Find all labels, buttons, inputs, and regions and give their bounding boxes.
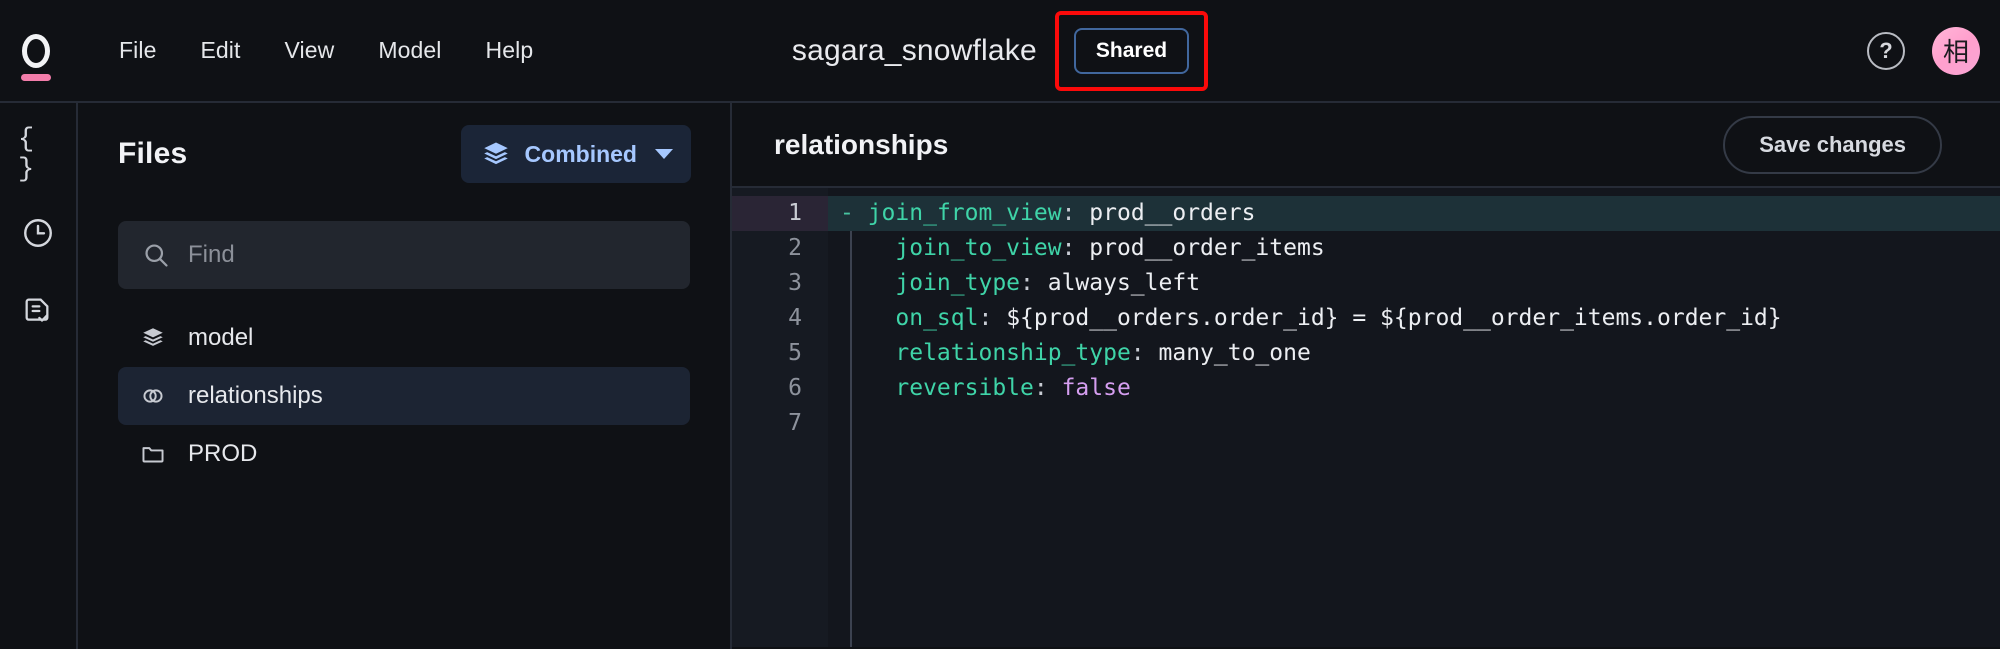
layers-icon [481,139,511,169]
menu-item-view[interactable]: View [263,27,357,74]
line-number: 3 [788,270,802,296]
ring-logo-icon [22,33,50,68]
file-item-label: relationships [188,382,323,409]
mode-selector-label: Combined [524,140,637,167]
file-tree: model relationships PROD [78,309,730,483]
shared-badge-annotation: Shared [1054,10,1209,91]
search-icon [142,241,170,269]
line-number: 7 [788,410,802,436]
code-line[interactable]: join_type: always_left [828,266,2000,301]
clock-icon[interactable] [18,213,58,253]
line-number: 4 [788,305,802,331]
layers-icon [140,325,166,351]
menu-item-edit[interactable]: Edit [178,27,262,74]
code-line[interactable]: relationship_type: many_to_one [828,336,2000,371]
file-item-prod[interactable]: PROD [118,425,690,483]
page-title: sagara_snowflake [791,33,1037,67]
files-panel-header: Files Combined [78,103,730,183]
left-icon-rail: { } [0,103,78,649]
file-item-relationships[interactable]: relationships [118,367,690,425]
application-window: File Edit View Model Help sagara_snowfla… [0,0,2000,649]
braces-icon[interactable]: { } [18,125,58,185]
file-item-model[interactable]: model [118,309,690,367]
line-number: 2 [788,235,802,261]
editor-header: relationships Save changes [732,103,2000,188]
file-item-label: PROD [188,440,258,467]
code-line[interactable] [828,406,2000,441]
menu-item-model[interactable]: Model [356,27,463,74]
code-editor[interactable]: 1 2 3 4 5 6 7 - join_from_view: prod__orders j… [732,188,2000,647]
menu-item-help[interactable]: Help [464,27,556,74]
editor-panel: relationships Save changes 1 2 3 4 5 6 7 - joi… [732,103,2000,649]
help-icon[interactable]: ? [1867,31,1905,70]
link-rings-icon [140,383,166,409]
file-item-label: model [188,324,254,351]
save-changes-button[interactable]: Save changes [1723,115,1942,174]
code-line[interactable]: on_sql: ${prod__orders.order_id} = ${pro… [828,301,2000,336]
main-body: { } Files Combined Find model relationsh… [0,103,2000,649]
search-input[interactable]: Find [188,241,235,269]
line-number: 1 [732,196,828,231]
app-logo[interactable] [13,28,59,81]
editor-file-title: relationships [774,128,949,160]
avatar[interactable]: 相 [1932,26,1980,75]
menu-bar: File Edit View Model Help [97,27,555,74]
code-line[interactable]: - join_from_view: prod__orders [828,196,2000,231]
line-number-gutter: 1 2 3 4 5 6 7 [732,188,828,647]
chevron-down-icon [655,149,673,159]
indent-guide [850,231,852,647]
search-input-wrapper[interactable]: Find [118,221,690,289]
files-panel-title: Files [118,137,188,170]
folder-icon [140,441,166,467]
logo-accent-bar [21,73,51,81]
code-line[interactable]: join_to_view: prod__order_items [828,231,2000,266]
document-check-icon[interactable] [18,291,58,331]
top-menu-bar: File Edit View Model Help sagara_snowfla… [0,0,2000,101]
line-number: 6 [788,375,802,401]
code-content[interactable]: - join_from_view: prod__orders join_to_v… [828,188,2000,647]
mode-selector-combined[interactable]: Combined [460,125,691,183]
files-panel: Files Combined Find model relationships … [78,103,732,649]
code-line[interactable]: reversible: false [828,371,2000,406]
status-badge-shared[interactable]: Shared [1073,27,1190,74]
topbar-actions: ? 相 [1867,0,1980,101]
menu-item-file[interactable]: File [97,27,178,74]
line-number: 5 [788,340,802,366]
